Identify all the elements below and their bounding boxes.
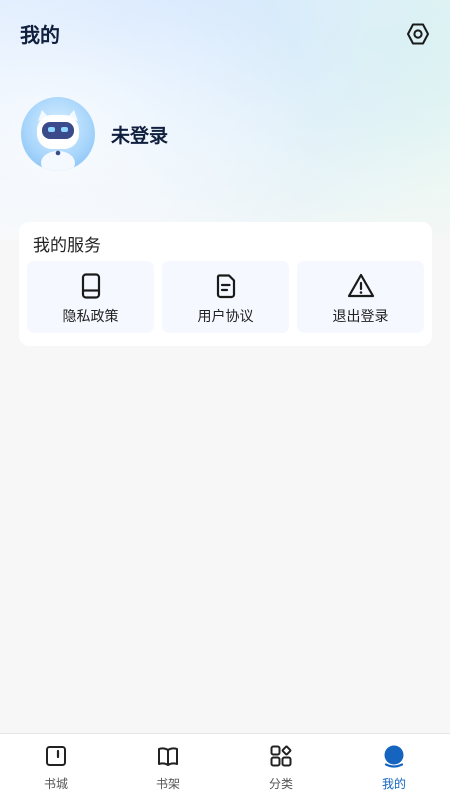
privacy-policy-label: 隐私政策 <box>62 309 119 325</box>
tab-bookstore[interactable]: 书城 <box>0 734 112 801</box>
bookshelf-icon <box>158 747 178 766</box>
tab-profile[interactable]: 我的 <box>338 734 450 801</box>
tab-category-label: 分类 <box>268 777 293 791</box>
logout-button[interactable]: 退出登录 <box>297 261 424 333</box>
user-agreement-label: 用户协议 <box>197 309 254 325</box>
logout-label: 退出登录 <box>332 309 389 325</box>
bookstore-icon <box>46 746 66 766</box>
avatar[interactable] <box>21 97 95 171</box>
settings-button[interactable] <box>405 21 431 47</box>
page-title: 我的 <box>20 23 60 47</box>
tab-bookshelf[interactable]: 书架 <box>112 734 224 801</box>
document-icon <box>216 274 235 299</box>
user-agreement-button[interactable]: 用户协议 <box>162 261 289 333</box>
warning-icon <box>347 273 374 298</box>
tablet-icon <box>81 273 100 299</box>
settings-icon <box>407 23 429 45</box>
profile-icon <box>384 745 404 768</box>
tab-category[interactable]: 分类 <box>225 734 337 801</box>
services-title: 我的服务 <box>33 236 101 256</box>
tab-profile-label: 我的 <box>381 777 406 791</box>
category-icon <box>270 745 292 767</box>
robot-avatar-icon <box>37 110 79 171</box>
privacy-policy-button[interactable]: 隐私政策 <box>27 261 154 333</box>
bottom-tab-bar: 书城 书架 分类 我的 <box>0 733 450 801</box>
tab-bookstore-label: 书城 <box>43 777 68 791</box>
tab-bookshelf-label: 书架 <box>155 777 180 791</box>
services-card: 我的服务 隐私政策 用户协议 退出登录 <box>19 222 432 346</box>
login-status[interactable]: 未登录 <box>111 121 168 148</box>
